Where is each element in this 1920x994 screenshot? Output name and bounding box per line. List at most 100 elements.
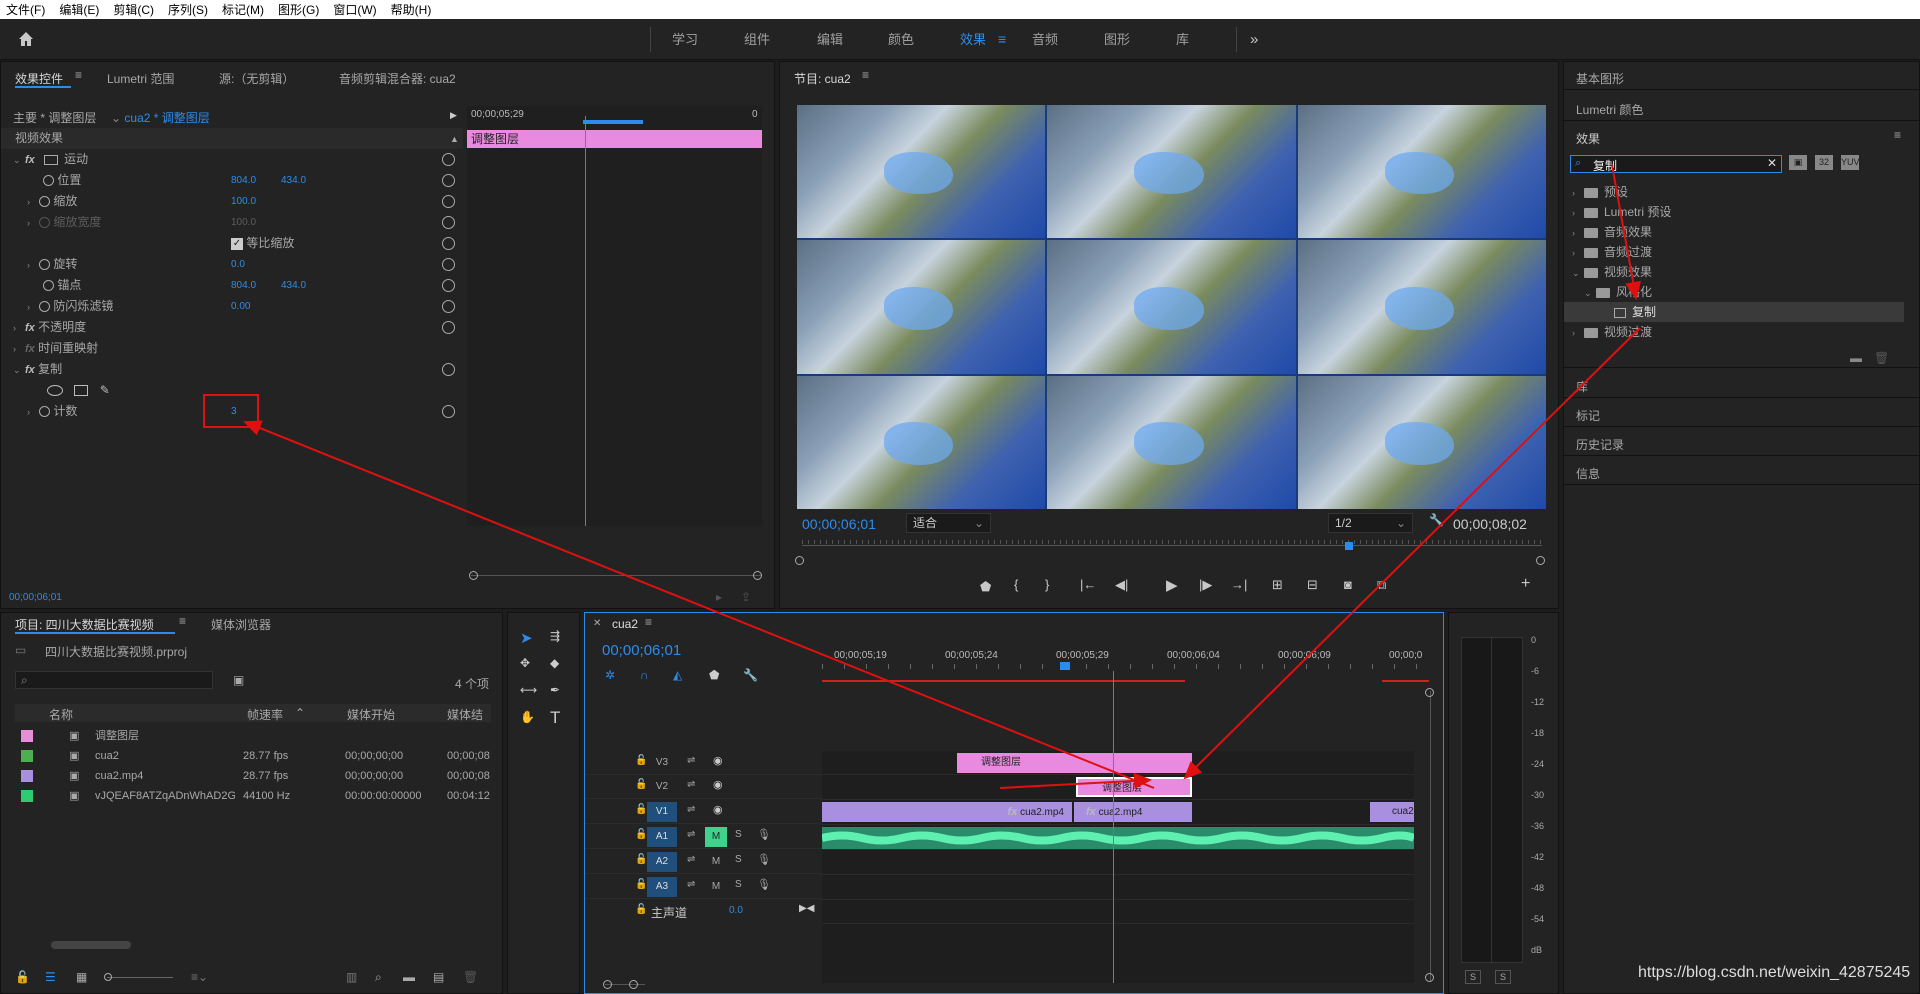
reset-icon[interactable] [442, 258, 455, 271]
adjustment-layer-clip-v2[interactable]: 调整图层 [1076, 777, 1192, 797]
project-search[interactable]: ⌕ [15, 671, 213, 689]
reset-icon[interactable] [442, 405, 455, 418]
new-bin-icon[interactable]: ▬ [1850, 351, 1862, 365]
track-area[interactable]: 调整图层 调整图层 fx cua2.mp4 fx cua2.mp4 cua2 [822, 671, 1414, 983]
ellipse-mask-icon[interactable] [47, 385, 63, 397]
effects-search-input[interactable]: 复制 [1593, 157, 1617, 174]
track-target[interactable]: V2 [647, 777, 677, 797]
panel-menu-icon[interactable]: ≡ [862, 68, 869, 82]
accelerated-effects-icon[interactable]: ▣ [1789, 155, 1807, 170]
step-forward-icon[interactable]: |▶ [1199, 577, 1212, 593]
new-bin-icon[interactable]: ▬ [403, 970, 415, 984]
fx-icon[interactable]: fx [25, 154, 35, 166]
mute-button[interactable]: M [705, 852, 727, 872]
clip-selector[interactable]: ⌄ cua2 * 调整图层 [111, 109, 210, 126]
wrench-icon[interactable]: 🔧 [1429, 513, 1444, 527]
scale-value[interactable]: 100.0 [231, 191, 256, 212]
lock-icon[interactable]: 🔓 [635, 755, 647, 766]
position-y-value[interactable]: 434.0 [281, 170, 306, 191]
lock-icon[interactable]: 🔓 [635, 804, 647, 815]
tab-media-browser[interactable]: 媒体浏览器 [211, 616, 271, 633]
list-item[interactable]: ▣ 调整图层 [15, 726, 491, 746]
eye-icon[interactable]: ◉ [713, 754, 723, 767]
lift-icon[interactable]: ⊞ [1272, 577, 1283, 593]
zoom-handle-left[interactable] [795, 556, 804, 565]
audio-clip-a1[interactable] [822, 827, 1414, 849]
color-label-swatch[interactable] [21, 790, 33, 802]
menu-sequence[interactable]: 序列(S) [168, 1, 208, 18]
zoom-handle-right[interactable] [1536, 556, 1545, 565]
lock-icon[interactable]: 🔓 [635, 854, 647, 865]
workspace-color[interactable]: 颜色 [888, 19, 914, 60]
ec-timeline[interactable]: 00;00;05;29 0 调整图层 [467, 106, 762, 526]
eye-icon[interactable]: ◉ [713, 803, 723, 816]
hand-tool-icon[interactable]: ✋ [520, 710, 535, 724]
track-target[interactable]: V3 [647, 753, 677, 773]
new-item-icon[interactable]: ▤ [433, 970, 444, 984]
eye-icon[interactable]: ◉ [713, 778, 723, 791]
sort-icon[interactable]: ≡⌄ [191, 970, 208, 984]
reset-icon[interactable] [442, 321, 455, 334]
markers-tab[interactable]: 标记 [1576, 407, 1600, 424]
fx-icon[interactable]: fx [25, 322, 35, 334]
stopwatch-icon[interactable] [39, 196, 50, 208]
zoom-handle-left[interactable] [603, 980, 612, 989]
list-view-icon[interactable]: ☰ [45, 970, 56, 984]
menu-file[interactable]: 文件(F) [6, 1, 45, 18]
program-video-frame[interactable] [797, 105, 1546, 509]
fx-icon[interactable]: fx [25, 364, 35, 376]
zoom-handle-left[interactable] [469, 571, 478, 580]
menu-markers[interactable]: 标记(M) [222, 1, 264, 18]
lock-icon[interactable]: 🔓 [635, 779, 647, 790]
sequence-tab[interactable]: cua2 [612, 617, 638, 631]
step-back-icon[interactable]: ◀| [1115, 577, 1128, 593]
workspace-libraries[interactable]: 库 [1176, 19, 1189, 60]
tree-item-video-effects[interactable]: ⌄ 视频效果 [1564, 262, 1904, 282]
reset-icon[interactable] [442, 195, 455, 208]
automate-icon[interactable]: ▥ [346, 970, 357, 984]
delete-icon[interactable]: 🗑 [463, 970, 478, 984]
sort-up-icon[interactable]: ⌃ [295, 706, 305, 720]
solo-button[interactable]: S [735, 879, 742, 890]
scroll-handle-bottom[interactable] [1425, 973, 1434, 982]
play-icon[interactable]: ▶ [1166, 576, 1178, 594]
tab-effect-controls[interactable]: 效果控件 [15, 70, 63, 87]
zoom-slider-handle[interactable] [104, 973, 112, 981]
32bit-effects-icon[interactable]: 32 [1815, 155, 1833, 170]
master-value[interactable]: 0.0 [729, 905, 743, 916]
tree-item-presets[interactable]: › 预设 [1564, 182, 1904, 202]
solo-button[interactable]: S [735, 854, 742, 865]
lock-icon[interactable]: 🔓 [635, 904, 647, 915]
column-fps[interactable]: 帧速率 [247, 706, 283, 723]
ec-playhead[interactable] [585, 116, 586, 526]
video-clip-v1-c[interactable]: cua2 [1370, 802, 1414, 822]
program-timecode[interactable]: 00;00;06;01 [802, 516, 876, 532]
microphone-icon[interactable]: 🎙 [757, 828, 771, 841]
close-icon[interactable]: ✕ [593, 618, 601, 629]
export-icon[interactable]: ⇪ [741, 590, 751, 604]
reset-icon[interactable] [442, 363, 455, 376]
tab-lumetri-scopes[interactable]: Lumetri 范围 [107, 70, 174, 87]
motion-transform-icon[interactable] [44, 154, 59, 165]
workspace-graphics[interactable]: 图形 [1104, 19, 1130, 60]
delete-icon[interactable]: 🗑 [1874, 351, 1889, 365]
tab-audio-clip-mixer[interactable]: 音频剪辑混合器: cua2 [339, 70, 456, 87]
solo-left-button[interactable]: S [1465, 970, 1481, 984]
track-target[interactable]: A3 [647, 877, 677, 897]
video-clip-v1-b[interactable]: fx cua2.mp4 [1074, 802, 1192, 822]
mark-out-icon[interactable]: } [1045, 577, 1049, 592]
microphone-icon[interactable]: 🎙 [757, 878, 771, 891]
anchor-x-value[interactable]: 804.0 [231, 275, 256, 296]
track-target[interactable]: A2 [647, 852, 677, 872]
selection-tool-icon[interactable]: ➤ [520, 629, 533, 647]
zoom-handle-right[interactable] [629, 980, 638, 989]
filter-icon[interactable]: ▸ [716, 590, 722, 604]
zoom-slider[interactable] [107, 977, 173, 978]
stopwatch-icon[interactable] [39, 301, 50, 313]
solo-right-button[interactable]: S [1495, 970, 1511, 984]
scroll-handle-top[interactable] [1425, 688, 1434, 697]
timeline-timecode[interactable]: 00;00;06;01 [602, 642, 681, 659]
home-icon[interactable] [18, 31, 34, 47]
tab-source[interactable]: 源:（无剪辑） [219, 70, 294, 87]
solo-button[interactable]: S [735, 829, 742, 840]
